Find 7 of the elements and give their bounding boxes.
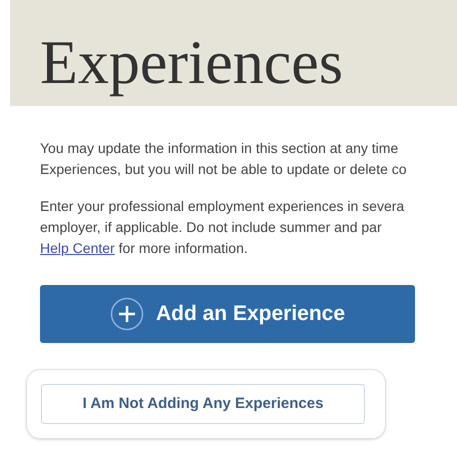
info-paragraph: Enter your professional employment experiences in severa employer, if applicable. Do not include summer and par Help Center for more information. bbox=[40, 197, 406, 258]
page-title: Experiences bbox=[40, 32, 343, 94]
info-paragraph: You may update the information in this section at any time Experiences, but you will not be able to update or delete co bbox=[40, 139, 408, 179]
no-experiences-button[interactable]: I Am Not Adding Any Experiences bbox=[41, 384, 365, 424]
help-center-link[interactable]: Help Center bbox=[40, 240, 115, 256]
plus-circle-icon bbox=[110, 297, 144, 331]
add-experience-button[interactable]: Add an Experience bbox=[40, 285, 415, 343]
